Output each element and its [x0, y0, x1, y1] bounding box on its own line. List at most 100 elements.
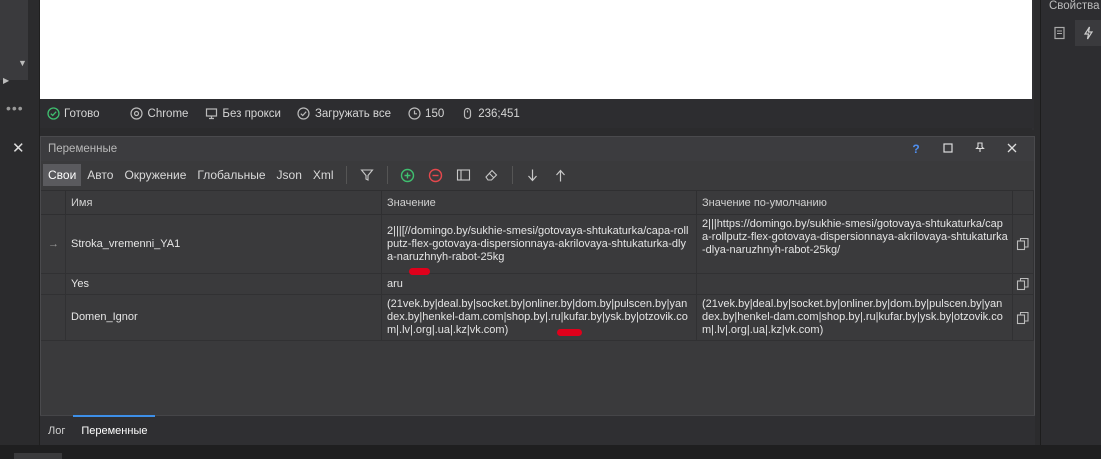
- table-row[interactable]: Yes aru: [41, 274, 1034, 295]
- status-mouse-pos-label: 236;451: [478, 107, 520, 120]
- current-row-arrow-icon: →: [41, 215, 66, 273]
- tab-environment[interactable]: Окружение: [119, 164, 191, 186]
- monitor-icon: [204, 107, 218, 121]
- help-button[interactable]: ?: [900, 142, 932, 156]
- arrow-down-icon: [528, 169, 537, 181]
- scroll-down-icon[interactable]: ▼: [18, 58, 27, 68]
- columns-button[interactable]: [450, 164, 478, 186]
- tab-variables[interactable]: Переменные: [73, 414, 156, 446]
- minus-circle-icon: [428, 168, 443, 182]
- variable-name-cell[interactable]: Stroka_vremenni_YA1: [66, 215, 382, 273]
- copy-icon: [1016, 277, 1029, 291]
- properties-panel: Свойства з: [1040, 0, 1101, 445]
- status-ready-label: Готово: [64, 107, 100, 120]
- variable-value-cell[interactable]: aru: [382, 274, 697, 294]
- variable-name-cell[interactable]: Yes: [66, 274, 382, 294]
- variable-default-cell[interactable]: [697, 274, 1013, 294]
- variables-panel: Переменные ? Свои Авто Окружение Глобаль…: [40, 136, 1035, 445]
- status-timeout[interactable]: 150: [407, 107, 444, 121]
- close-icon: [1007, 143, 1017, 153]
- maximize-icon: [943, 143, 953, 153]
- copy-row-button[interactable]: [1013, 274, 1034, 294]
- chrome-icon: [130, 107, 144, 121]
- clear-button[interactable]: [478, 164, 506, 186]
- pin-button[interactable]: [964, 142, 996, 156]
- move-down-button[interactable]: [519, 164, 547, 186]
- variable-name-cell[interactable]: Domen_Ignor: [66, 295, 382, 340]
- variables-table: Имя Значение Значение по-умолчанию → Str…: [41, 190, 1034, 342]
- table-header: Имя Значение Значение по-умолчанию: [41, 190, 1034, 215]
- columns-icon: [456, 169, 471, 181]
- table-row[interactable]: → Stroka_vremenni_YA1 2|||[//domingo.by/…: [41, 215, 1034, 275]
- close-icon[interactable]: ✕: [12, 139, 25, 157]
- toolbar-separator: [511, 166, 513, 184]
- variable-default-cell[interactable]: (21vek.by|deal.by|socket.by|onliner.by|d…: [697, 295, 1013, 340]
- tab-xml[interactable]: Xml: [308, 164, 339, 186]
- column-header-default[interactable]: Значение по-умолчанию: [697, 191, 1013, 214]
- variable-value-cell[interactable]: 2|||[//domingo.by/sukhie-smesi/gotovaya-…: [382, 215, 697, 273]
- red-annotation-mark: [409, 268, 430, 275]
- clock-icon: [407, 107, 421, 121]
- maximize-button[interactable]: [932, 142, 964, 156]
- remove-variable-button[interactable]: [422, 164, 450, 186]
- tab-own[interactable]: Свои: [43, 164, 82, 186]
- events-tab-button[interactable]: [1075, 20, 1101, 46]
- column-header-value[interactable]: Значение: [382, 191, 697, 214]
- browser-viewport[interactable]: [40, 0, 1032, 99]
- status-proxy-label: Без прокси: [222, 107, 281, 120]
- status-load-mode[interactable]: Загружать все: [297, 107, 391, 121]
- document-icon: [1053, 26, 1065, 40]
- pin-icon: [975, 142, 985, 152]
- move-up-button[interactable]: [547, 164, 575, 186]
- copy-icon: [1016, 237, 1029, 251]
- lightning-icon: [1083, 26, 1094, 40]
- variable-value-cell[interactable]: (21vek.by|deal.by|socket.by|onliner.by|d…: [382, 295, 697, 340]
- plus-circle-icon: [400, 168, 415, 182]
- add-variable-button[interactable]: [394, 164, 422, 186]
- eraser-icon: [485, 169, 498, 181]
- arrow-up-icon: [556, 169, 565, 181]
- status-timeout-label: 150: [425, 107, 445, 120]
- row-indicator: [41, 295, 66, 340]
- filter-icon: [359, 169, 374, 181]
- tab-log[interactable]: Лог: [40, 416, 73, 446]
- left-sidebar: ▼ ▶ ••• ✕: [0, 0, 40, 459]
- check-circle-icon: [297, 107, 311, 121]
- actions-header: [1013, 191, 1034, 214]
- resize-grip[interactable]: [14, 453, 62, 459]
- row-indicator: [41, 274, 66, 294]
- close-panel-button[interactable]: [996, 142, 1028, 156]
- copy-row-button[interactable]: [1013, 295, 1034, 340]
- red-annotation-mark: [557, 329, 582, 336]
- left-scroll-panel[interactable]: [0, 0, 28, 80]
- more-options-icon[interactable]: •••: [6, 100, 24, 116]
- status-bar: Готово Chrome Без прокси Загружать все 1…: [40, 99, 1034, 128]
- chevron-right-icon[interactable]: ▶: [3, 76, 9, 85]
- status-proxy[interactable]: Без прокси: [204, 107, 281, 121]
- tab-global[interactable]: Глобальные: [192, 164, 270, 186]
- toolbar-separator: [386, 166, 388, 184]
- status-mouse-pos: 236;451: [460, 107, 520, 121]
- column-header-name[interactable]: Имя: [66, 191, 382, 214]
- tab-auto[interactable]: Авто: [82, 164, 118, 186]
- mouse-icon: [460, 107, 474, 121]
- toolbar-separator: [345, 166, 347, 184]
- tab-json[interactable]: Json: [272, 164, 307, 186]
- copy-icon: [1016, 311, 1029, 324]
- bottom-status-strip: [0, 445, 1101, 459]
- properties-title: Свойства з: [1049, 0, 1101, 12]
- variables-panel-header: Переменные ?: [41, 137, 1034, 161]
- check-circle-icon: [46, 107, 60, 121]
- status-browser[interactable]: Chrome: [130, 107, 189, 121]
- row-indicator-header: [41, 191, 66, 214]
- copy-row-button[interactable]: [1013, 215, 1034, 273]
- filter-button[interactable]: [353, 164, 381, 186]
- table-row[interactable]: Domen_Ignor (21vek.by|deal.by|socket.by|…: [41, 295, 1034, 341]
- status-ready: Готово: [46, 107, 100, 121]
- status-browser-label: Chrome: [147, 107, 189, 120]
- bottom-tab-bar: Лог Переменные: [40, 414, 1035, 446]
- variables-toolbar: Свои Авто Окружение Глобальные Json Xml: [41, 161, 1034, 189]
- properties-tab-button[interactable]: [1045, 20, 1073, 46]
- variables-panel-title: Переменные: [48, 143, 118, 155]
- variable-default-cell[interactable]: 2|||https://domingo.by/sukhie-smesi/goto…: [697, 215, 1013, 273]
